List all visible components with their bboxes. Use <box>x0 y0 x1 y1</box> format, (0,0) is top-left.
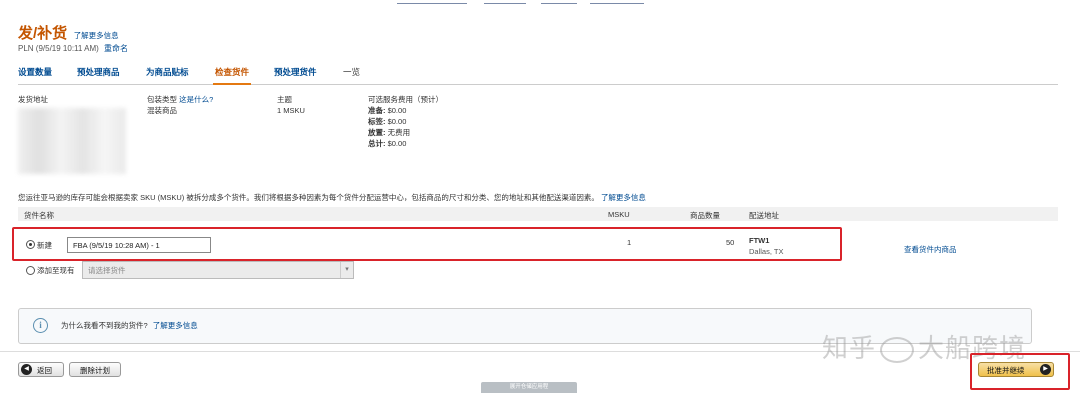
ship-from-address-redacted <box>18 108 126 174</box>
fee-label: 标签: $0.00 <box>368 117 407 126</box>
top-link[interactable] <box>541 0 577 4</box>
shipment-name-input[interactable]: FBA (9/5/19 10:28 AM) - 1 <box>67 237 211 253</box>
chevron-down-icon: ▾ <box>340 262 353 278</box>
tab-prepare-shipments[interactable]: 预处理货件 <box>274 66 317 78</box>
fee-placement: 放置: 无费用 <box>368 128 411 137</box>
fees-label: 可选服务费用（预计） <box>368 95 443 104</box>
split-learn-more-link[interactable]: 了解更多信息 <box>601 193 646 202</box>
ship-from-section: 发货地址 <box>18 94 48 105</box>
tab-summary[interactable]: 一览 <box>343 66 360 78</box>
arrow-left-icon: ◀ <box>21 364 32 375</box>
new-shipment-radio[interactable] <box>26 240 35 249</box>
contents-label: 主题 <box>277 95 292 104</box>
back-button[interactable]: ◀ 返回 <box>18 362 64 377</box>
new-shipment-label: 新建 <box>37 241 52 250</box>
contents-value: 1 MSKU <box>277 106 305 115</box>
contents-section: 主题 1 MSKU <box>277 94 305 116</box>
fees-section: 可选服务费用（预计） 准备: $0.00 标签: $0.00 放置: 无费用 总… <box>368 94 443 149</box>
packing-value: 混装商品 <box>147 106 177 115</box>
tab-review-shipments[interactable]: 检查货件 <box>212 66 252 85</box>
select-placeholder: 请选择货件 <box>88 266 126 275</box>
col-shipment-name: 货件名称 <box>24 211 54 220</box>
tab-prep-products[interactable]: 预处理商品 <box>77 66 120 78</box>
view-shipment-contents-link[interactable]: 查看货件内商品 <box>904 244 957 255</box>
row-fc-code: FTW1 <box>749 236 770 245</box>
plan-info: PLN (9/5/19 10:11 AM) 重命名 <box>18 43 128 54</box>
col-units: 商品数量 <box>690 211 720 220</box>
top-nav-strip <box>0 0 1080 5</box>
add-to-existing-radio[interactable] <box>26 266 35 275</box>
plan-name: PLN (9/5/19 10:11 AM) <box>18 44 99 53</box>
top-link[interactable] <box>397 0 467 4</box>
footer-tab[interactable]: 展开仓储应用程 <box>481 382 577 393</box>
top-link[interactable] <box>484 0 526 4</box>
row-msku: 1 <box>627 238 632 247</box>
info-icon: i <box>33 318 48 333</box>
top-link[interactable] <box>590 0 644 4</box>
tab-label-products[interactable]: 为商品贴标 <box>146 66 189 78</box>
approve-and-continue-button[interactable]: 批准并继续 ▶ <box>978 362 1054 377</box>
info-text: 为什么我看不到我的货件? 了解更多信息 <box>61 320 198 331</box>
split-notice: 您运往亚马逊的库存可能会根据卖家 SKU (MSKU) 被拆分成多个货件。我们将… <box>18 192 646 203</box>
learn-more-link[interactable]: 了解更多信息 <box>74 31 119 40</box>
col-msku: MSKU <box>608 210 630 219</box>
ship-from-label: 发货地址 <box>18 95 48 104</box>
arrow-right-icon: ▶ <box>1040 364 1051 375</box>
watermark-left: 知乎 <box>822 333 877 363</box>
row-units: 50 <box>726 238 735 247</box>
rename-link[interactable]: 重命名 <box>104 44 128 53</box>
add-to-existing-label: 添加至现有 <box>37 266 75 275</box>
shipments-table-header: 货件名称 MSKU 商品数量 配送地址 <box>18 207 1058 221</box>
page-header: 发/补货 了解更多信息 <box>18 22 119 43</box>
tab-set-quantity[interactable]: 设置数量 <box>18 66 52 78</box>
info-question: 为什么我看不到我的货件? <box>61 321 148 330</box>
workflow-tabs: 设置数量 预处理商品 为商品贴标 检查货件 预处理货件 一览 <box>18 66 1058 85</box>
delete-plan-button[interactable]: 删除计划 <box>69 362 121 377</box>
packing-section: 包装类型 这是什么? 混装商品 <box>147 94 213 116</box>
col-ship-to: 配送地址 <box>749 211 779 220</box>
info-learn-more-link[interactable]: 了解更多信息 <box>153 321 198 330</box>
split-notice-text: 您运往亚马逊的库存可能会根据卖家 SKU (MSKU) 被拆分成多个货件。我们将… <box>18 193 599 202</box>
packing-help-link[interactable]: 这是什么? <box>179 95 213 104</box>
fee-prep: 准备: $0.00 <box>368 106 407 115</box>
row-fc-city: Dallas, TX <box>749 247 784 256</box>
fee-total: 总计: $0.00 <box>368 139 407 148</box>
packing-label: 包装类型 <box>147 95 177 104</box>
existing-shipment-select[interactable]: 请选择货件 ▾ <box>82 261 354 279</box>
page-title: 发/补货 <box>18 25 68 42</box>
wechat-logo-icon <box>880 337 915 364</box>
